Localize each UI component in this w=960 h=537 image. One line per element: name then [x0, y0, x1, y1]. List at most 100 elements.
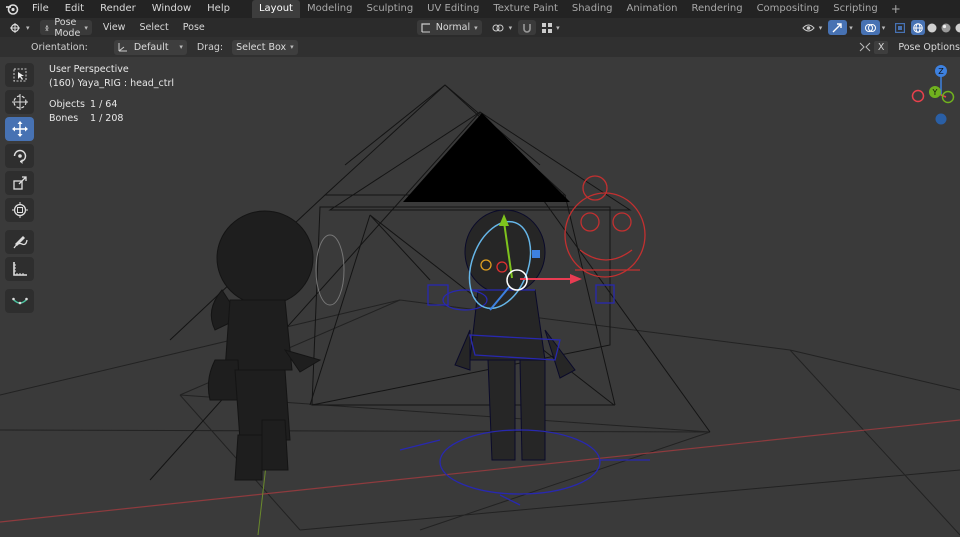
tool-move[interactable]: [5, 117, 34, 141]
drag-value: Select Box: [236, 41, 287, 53]
rendered-shading-icon: [955, 23, 960, 32]
overlays-toggle[interactable]: [860, 20, 880, 35]
shading-rendered-button[interactable]: [953, 20, 960, 35]
magnet-icon: [523, 23, 531, 33]
gizmo-toggle[interactable]: [828, 20, 848, 35]
orientation-label: Orientation:: [31, 41, 88, 53]
tool-select-box[interactable]: [5, 63, 34, 87]
viewport-header: ▾ Pose Mode ▾ View Select Pose Normal ▾ …: [0, 17, 960, 39]
tool-transform[interactable]: [5, 198, 34, 222]
tab-layout[interactable]: Layout: [251, 0, 300, 18]
annotate-pencil-icon: [12, 236, 28, 249]
chevron-down-icon: ▾: [556, 23, 560, 32]
rotate-icon: [13, 149, 26, 164]
menu-render[interactable]: Render: [92, 0, 144, 18]
pivot-icon: [492, 24, 504, 31]
menu-select[interactable]: Select: [132, 22, 175, 33]
chevron-down-icon: ▾: [818, 23, 823, 32]
solid-shading-icon: [927, 23, 937, 32]
orientation-icon: [421, 22, 430, 32]
snap-grid-icon: [542, 22, 553, 33]
chevron-down-icon: ▾: [290, 43, 294, 51]
orientation-label: Normal: [435, 22, 471, 33]
chevron-down-icon: ▾: [26, 23, 30, 32]
menu-help[interactable]: Help: [199, 0, 238, 18]
mirror-icon[interactable]: [859, 42, 871, 53]
perspective-label: User Perspective: [49, 64, 129, 75]
objects-label: Objects: [49, 99, 85, 110]
x-mirror-toggle[interactable]: X: [873, 40, 889, 54]
top-menu-bar: File Edit Render Window Help Layout Mode…: [0, 0, 960, 18]
gizmo-z-text: Z: [938, 67, 944, 76]
3d-viewport[interactable]: [0, 57, 960, 537]
material-shading-icon: [941, 23, 951, 32]
chevron-down-icon: ▾: [508, 23, 513, 32]
navigation-gizmo[interactable]: Z Y: [905, 60, 960, 130]
editor-type-button[interactable]: ▾: [6, 20, 34, 35]
pose-mode-icon: [44, 24, 49, 31]
eye-icon: [802, 24, 815, 31]
menu-window[interactable]: Window: [144, 0, 199, 18]
tab-texture-paint[interactable]: Texture Paint: [486, 0, 565, 18]
gizmo-neg-x-ball[interactable]: [911, 89, 925, 103]
transform-icon: [11, 202, 28, 218]
left-toolbar: [4, 63, 35, 316]
tab-rendering[interactable]: Rendering: [684, 0, 749, 18]
character-left: [207, 210, 322, 481]
tab-sculpting[interactable]: Sculpting: [359, 0, 420, 18]
tool-annotate[interactable]: [5, 230, 34, 254]
shading-material-button[interactable]: [939, 20, 953, 35]
viewport-editor-icon: [10, 22, 20, 33]
snap-target-button[interactable]: ▾: [538, 20, 564, 35]
blender-logo-icon[interactable]: [0, 3, 24, 15]
head-rig-red: [564, 175, 646, 278]
tab-shading[interactable]: Shading: [565, 0, 620, 18]
tool-rotate[interactable]: [5, 144, 34, 168]
pose-options-button[interactable]: Pose Options: [898, 42, 960, 53]
overlays-icon: [864, 23, 876, 32]
tab-animation[interactable]: Animation: [620, 0, 685, 18]
cursor-icon: [11, 94, 28, 110]
tab-scripting[interactable]: Scripting: [826, 0, 884, 18]
pivot-point-button[interactable]: ▾: [488, 20, 517, 35]
tool-pose-relax[interactable]: [5, 289, 34, 313]
tab-modeling[interactable]: Modeling: [300, 0, 360, 18]
shading-solid-button[interactable]: [925, 20, 939, 35]
x-axis-line: [0, 419, 960, 523]
axes-icon: [118, 43, 127, 52]
tool-cursor[interactable]: [5, 90, 34, 114]
chevron-down-icon[interactable]: ▾: [882, 24, 886, 32]
active-object-label: (160) Yaya_RIG : head_ctrl: [49, 77, 175, 89]
add-workspace-button[interactable]: +: [885, 0, 907, 18]
gizmo-y-text: Y: [932, 88, 938, 97]
chevron-down-icon: ▾: [474, 23, 478, 32]
gizmo-neg-z-ball[interactable]: [935, 113, 947, 125]
mode-label: Pose Mode: [54, 16, 81, 39]
orientation-dropdown[interactable]: Default ▾: [113, 39, 187, 55]
shading-wireframe-button[interactable]: [911, 20, 926, 35]
tool-settings-right: X Pose Options: [859, 40, 960, 54]
workspace-tabs: Layout Modeling Sculpting UV Editing Tex…: [251, 0, 907, 18]
viewport-scene[interactable]: [0, 57, 960, 537]
viewport-info-overlay: User Perspective (160) Yaya_RIG : head_c…: [49, 63, 174, 125]
xray-toggle[interactable]: [891, 20, 909, 35]
select-box-icon: [13, 68, 26, 82]
menu-file[interactable]: File: [24, 0, 57, 18]
visibility-button[interactable]: ▾: [798, 20, 827, 35]
menu-view[interactable]: View: [96, 22, 133, 33]
menu-edit[interactable]: Edit: [57, 0, 92, 18]
menu-pose[interactable]: Pose: [176, 22, 212, 33]
bones-stat: Bones 1 / 208: [49, 112, 174, 126]
tool-measure[interactable]: [5, 257, 34, 281]
chevron-down-icon: ▾: [84, 23, 88, 32]
mode-dropdown[interactable]: Pose Mode ▾: [39, 17, 92, 39]
chevron-down-icon[interactable]: ▾: [849, 24, 853, 32]
objects-value: 1 / 64: [90, 99, 118, 110]
snap-toggle[interactable]: [518, 20, 537, 35]
tab-uv-editing[interactable]: UV Editing: [420, 0, 486, 18]
tab-compositing[interactable]: Compositing: [750, 0, 827, 18]
drag-dropdown[interactable]: Select Box ▾: [232, 39, 298, 55]
orientation-value: Default: [133, 41, 169, 53]
tool-scale[interactable]: [5, 171, 34, 195]
transform-orientation-dropdown[interactable]: Normal ▾: [416, 20, 482, 35]
